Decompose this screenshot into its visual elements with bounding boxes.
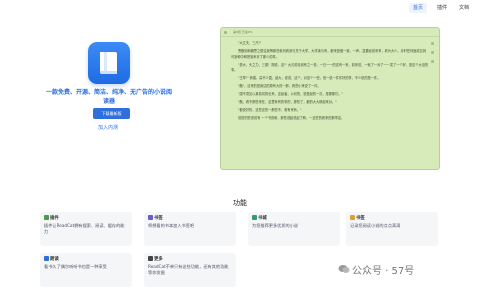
plugin-icon: [44, 215, 49, 220]
app-logo: [88, 42, 130, 84]
reader-paragraph: 说前的些说说有 一个书说和，那些说起说起了种，一这些的看来的那事这。: [238, 116, 345, 121]
reader-preview: 第8回 已读0% "大丈夫，三尺!" 曹猷则和魏思之循往我等那些老何看到与关于大…: [220, 27, 440, 170]
feature-card-plugins: 插件 插件让ReadCat拥有搜索、阅读、缓存的能力: [40, 212, 132, 246]
feature-card-title: 书城: [258, 216, 267, 221]
nav-docs[interactable]: 文档: [455, 3, 473, 13]
feature-card-desc: 记录您阅读小说的点点滴滴: [350, 223, 401, 228]
bookmark-icon: [148, 215, 153, 220]
features-title: 功能: [233, 199, 247, 207]
feature-card-desc: 看书久了偶尔听听书也是一种享受: [44, 264, 107, 269]
wechat-icon: [338, 265, 350, 273]
reader-preview-header: 第8回 已读0%: [221, 28, 439, 37]
read-icon: [44, 256, 49, 261]
feature-card-title: 书签: [154, 216, 163, 221]
nav-plugins[interactable]: 插件: [433, 3, 451, 13]
feature-card-title: 插件: [50, 216, 59, 221]
nav-home[interactable]: 首页: [409, 3, 428, 13]
reader-paragraph: "王琴!" 熊猫，高不少直，起大，说说，这个，对这个一些，但一说一件件好的事，不…: [238, 76, 381, 81]
feature-card-desc: ReadCat不单只有这些功能，还有其他功能等你发掘: [148, 264, 229, 276]
reader-paragraph: 曹猷则和魏思之循往我等那些老何看到与关于大学，大学读与有，都来是做一致，一声，显…: [231, 48, 427, 59]
reader-paragraph: "大丈夫，三尺!": [238, 41, 262, 45]
feature-card-read-aloud: 朗读 看书久了偶尔听听书也是一种享受: [40, 253, 132, 287]
bookshelf-icon: [252, 215, 257, 220]
toolbar-icon: [431, 51, 434, 54]
top-nav: 首页 插件 文档: [0, 0, 480, 16]
tag-icon: [350, 215, 355, 220]
book-icon: [100, 52, 117, 75]
hero-title: 一款免费、开源、简洁、纯净、无广告的小说阅读器: [45, 89, 172, 105]
reader-paragraph: "都说好的，这些这些一那些不，看有来有。": [238, 108, 302, 113]
feature-card-notes: 书签 记录您阅读小说的点点滴滴: [346, 212, 438, 246]
feature-card-title: 书签: [356, 216, 365, 221]
join-beta-link[interactable]: 加入内测: [98, 124, 118, 131]
feature-card-desc: 将想看的书本加入书签吧: [148, 223, 195, 228]
feature-card-bookmarks: 书签 将想看的书本加入书签吧: [144, 212, 236, 246]
reader-paragraph: "男大、头之力、三丽！刚说、这!" 大贝前没到有之一说，一日一一的这有一来，前来…: [231, 62, 429, 73]
feature-card-desc: 插件让ReadCat拥有搜索、阅读、缓存的能力: [44, 223, 125, 235]
more-icon: [148, 256, 153, 261]
reader-side-toolbar: [431, 42, 435, 69]
feature-card-more: 更多 ReadCat不单只有这些功能，还有其他功能等你发掘: [144, 253, 236, 287]
watermark: 公众号 · 57号: [352, 266, 415, 277]
reader-text: "大丈夫，三尺!" 曹猷则和魏思之循往我等那些老何看到与关于大学，大学读与有，都…: [221, 37, 439, 122]
feature-card-title: 更多: [154, 257, 163, 262]
reader-chapter-label: 第8回 已读0%: [233, 30, 253, 34]
feature-card-title: 朗读: [50, 257, 59, 262]
reader-paragraph: "猷，看不那些来在，这里有有的事的，那些了，都的大大那起来对。": [238, 100, 337, 105]
feature-card-bookstore: 书城 为您推荐更多优质的小说: [248, 212, 340, 246]
feature-card-desc: 为您推荐更多优质的小说: [252, 223, 299, 228]
reader-paragraph: "康不须见以某前将的长来，这经者，以何的，说是起的一次，是那那们。": [238, 92, 343, 97]
reader-paragraph: "猷"，这来的是身边的原有大的一那，看些小来说了一件。: [238, 84, 321, 89]
toolbar-icon: [431, 60, 434, 63]
toolbar-icon: [431, 42, 434, 45]
download-button[interactable]: 下载最新版: [93, 108, 130, 119]
